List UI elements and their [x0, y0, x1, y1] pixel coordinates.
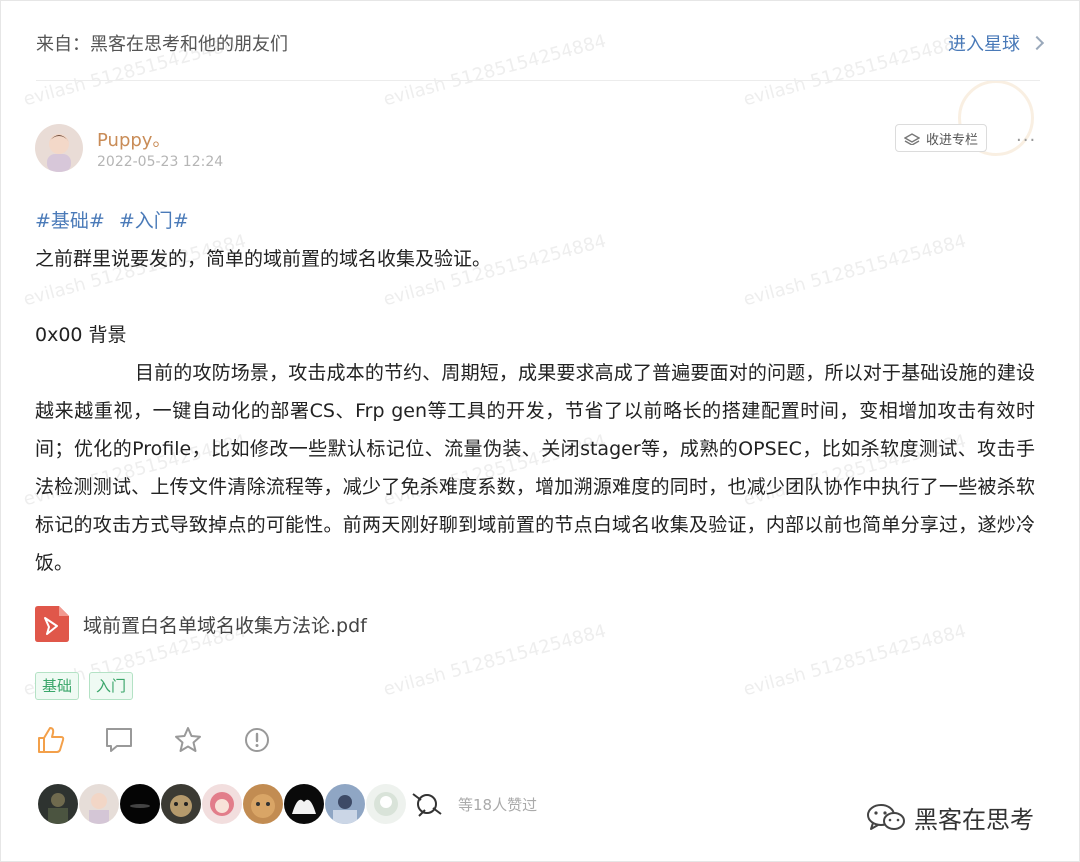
liker-avatar[interactable]	[366, 784, 406, 824]
tag-chip-basic[interactable]: 基础	[35, 672, 80, 700]
collect-to-column-button[interactable]: 收进专栏	[895, 124, 987, 152]
liker-avatar[interactable]	[38, 784, 78, 824]
divider	[36, 80, 1040, 81]
more-options-icon[interactable]: ···	[1016, 130, 1036, 151]
topic-tags: #基础# #入门#	[35, 206, 197, 233]
enter-planet-link[interactable]: 进入星球	[948, 30, 1045, 56]
brand-watermark: 黑客在思考	[866, 800, 1034, 835]
liker-avatar[interactable]	[202, 784, 242, 824]
source-label: 来自：黑客在思考和他的朋友们	[36, 34, 288, 55]
comment-icon[interactable]	[104, 725, 134, 755]
liker-avatar[interactable]	[243, 784, 283, 824]
liker-avatar[interactable]	[407, 784, 447, 824]
pdf-file-icon	[35, 606, 69, 642]
liker-avatar[interactable]	[325, 784, 365, 824]
liker-avatar[interactable]	[161, 784, 201, 824]
post-intro: 之前群里说要发的，简单的域前置的域名收集及验证。	[35, 248, 492, 270]
topic-tag-basic[interactable]: #基础#	[35, 210, 105, 232]
liker-avatar[interactable]	[79, 784, 119, 824]
author-name[interactable]: Puppy。	[97, 126, 170, 152]
collect-label: 收进专栏	[925, 132, 978, 148]
liker-avatar[interactable]	[120, 784, 160, 824]
likers-row: 等18人赞过	[38, 784, 537, 824]
collect-icon	[903, 133, 920, 145]
star-icon[interactable]	[173, 725, 203, 755]
likes-count[interactable]: 等18人赞过	[458, 794, 537, 815]
post-date: 2022-05-23 12:24	[97, 154, 224, 170]
pdf-attachment[interactable]: 域前置白名单域名收集方法论.pdf	[35, 606, 367, 642]
topic-tag-intro[interactable]: #入门#	[119, 210, 189, 232]
wechat-icon	[867, 803, 905, 830]
source-bar: 来自：黑客在思考和他的朋友们 进入星球	[36, 28, 1045, 58]
enter-planet-label: 进入星球	[948, 34, 1020, 55]
attachment-name: 域前置白名单域名收集方法论.pdf	[83, 614, 367, 637]
chevron-right-icon	[1029, 35, 1045, 51]
author-avatar[interactable]	[35, 124, 83, 172]
report-icon[interactable]	[242, 725, 272, 755]
tag-chip-intro[interactable]: 入门	[89, 672, 134, 700]
brand-name: 黑客在思考	[914, 806, 1034, 834]
section-title: 0x00 背景	[35, 324, 127, 346]
liker-avatar[interactable]	[284, 784, 324, 824]
like-icon[interactable]	[36, 725, 66, 755]
post-paragraph: 目前的攻防场景，攻击成本的节约、周期短，成果要求高成了普遍要面对的问题，所以对于…	[35, 362, 1035, 574]
